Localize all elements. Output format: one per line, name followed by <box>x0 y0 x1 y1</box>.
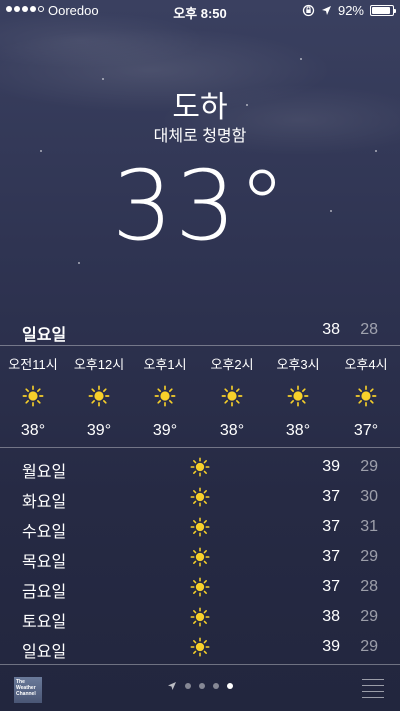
daily-row: 월요일 39 29 <box>0 452 400 482</box>
hourly-item: 오후2시 38° <box>199 348 265 440</box>
today-summary-row: 일요일 38 28 <box>0 318 400 344</box>
hourly-time: 오후3시 <box>276 357 320 372</box>
current-temperature-value: 33° <box>111 150 289 262</box>
star-decoration <box>102 78 104 80</box>
day-name: 일요일 <box>22 644 67 661</box>
day-low-temp: 28 <box>360 578 378 595</box>
weather-condition: 대체로 청명함 <box>153 128 247 145</box>
day-high-temp: 38 <box>322 608 340 625</box>
day-low-temp: 29 <box>360 458 378 475</box>
hourly-item: 오후1시 39° <box>132 348 198 440</box>
day-name: 토요일 <box>22 614 67 631</box>
hourly-time: 오전11시 <box>8 357 58 372</box>
hourly-item: 오전11시 38° <box>0 348 66 440</box>
day-low-temp: 29 <box>360 638 378 655</box>
hourly-time: 오후1시 <box>143 357 187 372</box>
hourly-temp: 38° <box>219 422 245 439</box>
daily-row: 목요일 37 29 <box>0 542 400 572</box>
daily-row: 수요일 37 31 <box>0 512 400 542</box>
daily-row: 화요일 37 30 <box>0 482 400 512</box>
hourly-temp: 38° <box>20 422 46 439</box>
day-low-temp: 30 <box>360 488 378 505</box>
sun-icon <box>154 385 176 407</box>
day-high-temp: 37 <box>322 548 340 565</box>
battery-icon <box>370 5 396 16</box>
hourly-temp: 38° <box>285 422 311 439</box>
page-dot[interactable] <box>199 683 205 689</box>
hourly-time: 오후12시 <box>73 357 125 372</box>
today-high-temp: 38 <box>322 321 340 338</box>
star-decoration <box>78 262 80 264</box>
sun-icon <box>190 547 210 567</box>
current-temperature: 33° <box>0 150 400 262</box>
sun-icon <box>88 385 110 407</box>
sun-icon <box>287 385 309 407</box>
divider <box>0 345 400 346</box>
day-high-temp: 39 <box>322 458 340 475</box>
page-dot[interactable] <box>213 683 219 689</box>
divider <box>0 447 400 448</box>
sun-icon <box>190 607 210 627</box>
hourly-temp: 39° <box>86 422 112 439</box>
page-dot[interactable] <box>227 683 233 689</box>
day-name: 목요일 <box>22 554 67 571</box>
hourly-time: 오후4시 <box>344 357 388 372</box>
day-name: 화요일 <box>22 494 67 511</box>
hourly-forecast[interactable]: 오전11시 38° 오후12시 39° 오후1시 39° 오후2시 38° 오후3시 38° 오후4… <box>0 348 400 446</box>
city-list-icon[interactable] <box>362 679 384 698</box>
battery-fill <box>372 7 391 14</box>
status-right-group: 92% <box>302 3 396 18</box>
bottom-toolbar: The Weather Channel <box>0 665 400 711</box>
star-decoration <box>300 58 302 60</box>
page-indicator[interactable] <box>0 681 400 691</box>
daily-row: 토요일 38 29 <box>0 602 400 632</box>
day-low-temp: 31 <box>360 518 378 535</box>
day-high-temp: 37 <box>322 578 340 595</box>
hourly-item: 오후3시 38° <box>265 348 331 440</box>
day-low-temp: 29 <box>360 608 378 625</box>
day-name: 수요일 <box>22 524 67 541</box>
location-arrow-icon <box>168 682 176 690</box>
today-low-temp: 28 <box>360 321 378 338</box>
day-high-temp: 39 <box>322 638 340 655</box>
status-bar: Ooredoo 오후 8:50 92% <box>0 0 400 22</box>
sun-icon <box>190 487 210 507</box>
hourly-time: 오후2시 <box>210 357 254 372</box>
hourly-temp: 39° <box>152 422 178 439</box>
day-low-temp: 29 <box>360 548 378 565</box>
sun-icon <box>221 385 243 407</box>
daily-forecast-list[interactable]: 월요일 39 29 화요일 37 30 수요일 37 31 목요일 37 29 금요일 37 28 토요일 38… <box>0 452 400 662</box>
daily-row: 일요일 39 29 <box>0 632 400 662</box>
sun-icon <box>190 577 210 597</box>
sun-icon <box>355 385 377 407</box>
city-name: 도하 <box>172 91 228 124</box>
hourly-item: 오후12시 39° <box>66 348 132 440</box>
daily-row: 금요일 37 28 <box>0 572 400 602</box>
sun-icon <box>190 457 210 477</box>
page-dot[interactable] <box>185 683 191 689</box>
hourly-temp: 37° <box>353 422 379 439</box>
rotation-lock-icon <box>302 4 315 17</box>
sun-icon <box>190 637 210 657</box>
day-high-temp: 37 <box>322 518 340 535</box>
sun-icon <box>22 385 44 407</box>
hourly-item: 오후4시 37° <box>333 348 399 440</box>
today-day-label: 일요일 <box>22 327 67 344</box>
sun-icon <box>190 517 210 537</box>
location-arrow-icon <box>321 6 331 15</box>
battery-percent: 92% <box>337 3 364 18</box>
day-high-temp: 37 <box>322 488 340 505</box>
day-name: 월요일 <box>22 464 67 481</box>
day-name: 금요일 <box>22 584 67 601</box>
